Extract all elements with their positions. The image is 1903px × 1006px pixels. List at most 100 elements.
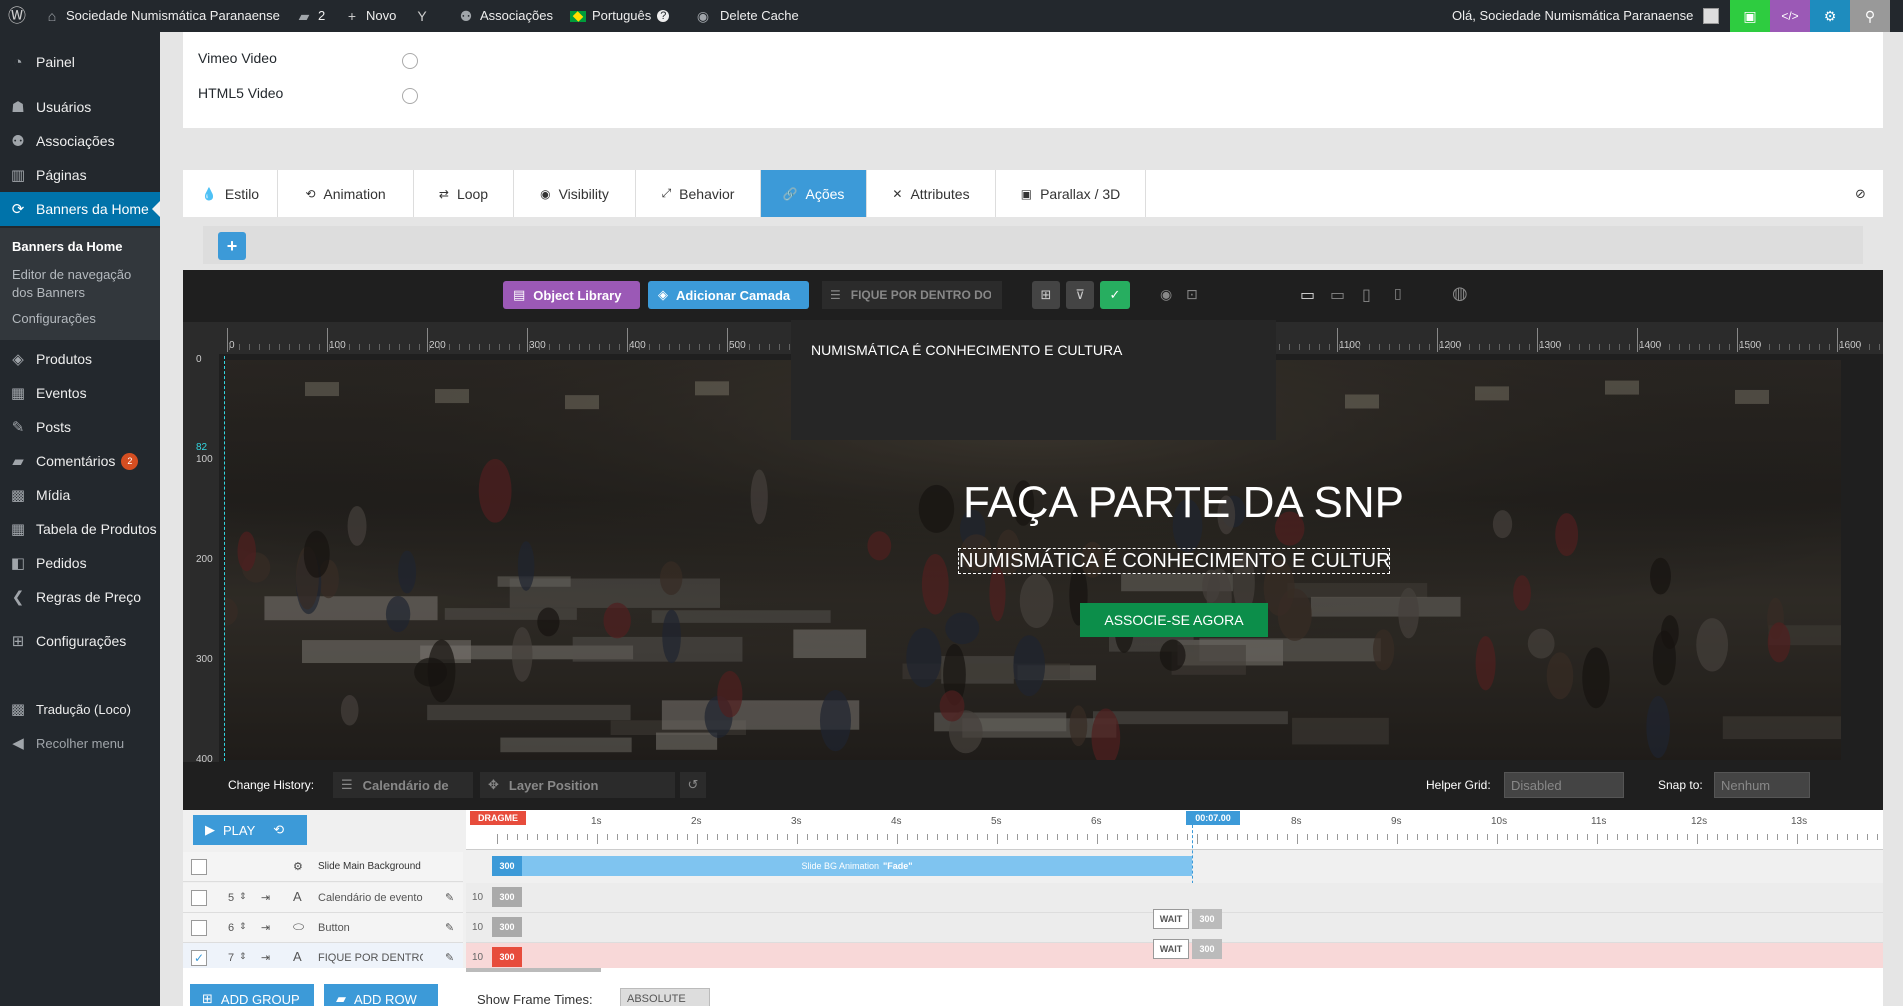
new-content-link[interactable]: + Novo (344, 0, 396, 32)
settings-button[interactable]: ⚙ (1810, 0, 1850, 32)
sidebar-item-regras-de-pre-o[interactable]: ❮ Regras de Preço (0, 580, 160, 614)
associate-button[interactable]: ASSOCIE-SE AGORA (1080, 603, 1268, 637)
row-checkbox[interactable] (191, 890, 207, 906)
tab-attributes[interactable]: ✕ Attributes (867, 170, 996, 217)
add-group-button[interactable]: ⊞ ADD GROUP (190, 984, 314, 1006)
dragme-handle[interactable]: DRAGME (470, 811, 526, 825)
time-marker[interactable]: 00:07.00 (1186, 811, 1240, 825)
sort-icon[interactable]: ⇕ (239, 951, 247, 962)
yoast-icon[interactable]: Y (414, 0, 430, 32)
tab-parallax-3d[interactable]: ▣ Parallax / 3D (996, 170, 1146, 217)
slide-subtitle[interactable]: NUMISMÁTICA É CONHECIMENTO E CULTURA (958, 548, 1390, 574)
tab-visibility[interactable]: ◉ Visibility (514, 170, 636, 217)
in-animation-block[interactable]: 300 (492, 887, 522, 907)
tab-behavior[interactable]: ⤢ Behavior (636, 170, 761, 217)
phone-icon[interactable]: ▯ (1394, 285, 1402, 302)
sort-icon[interactable]: ⇕ (239, 921, 247, 932)
undo-icon[interactable]: ↺ (680, 772, 706, 798)
tab-animation[interactable]: ⟲ Animation (278, 170, 414, 217)
sidebar-item-tabela-de-produtos[interactable]: ▦ Tabela de Produtos (0, 512, 160, 546)
html5-video-radio[interactable] (402, 88, 418, 104)
in-animation-block[interactable]: 300 (492, 947, 522, 967)
grid-icon[interactable]: ⊞ (1032, 281, 1060, 309)
align-icon[interactable]: ⇥ (261, 951, 270, 964)
align-icon[interactable]: ⇥ (261, 921, 270, 934)
out-animation-block[interactable]: 300 (1192, 939, 1222, 959)
bg-animation-bar[interactable]: Slide BG Animation "Fade" (522, 856, 1192, 876)
sidebar-item-coment-rios[interactable]: ▰ Comentários 2 (0, 444, 160, 478)
slide-title[interactable]: FAÇA PARTE DA SNP (963, 478, 1404, 528)
out-animation-block[interactable]: 300 (1192, 909, 1222, 929)
timeline-row-layer[interactable]: 5 ⇕ ⇥ A Calendário de evento ✎ (183, 883, 463, 913)
paperclip-icon[interactable]: ⊘ (1838, 170, 1883, 217)
add-row-button[interactable]: ▰ ADD ROW (324, 984, 438, 1006)
object-library-button[interactable]: ▤ Object Library (503, 281, 640, 309)
vimeo-video-radio[interactable] (402, 53, 418, 69)
snap-to-select[interactable]: Nenhum (1714, 772, 1810, 798)
timeline-scrollbar[interactable] (466, 968, 601, 972)
laptop-icon[interactable]: ▭ (1330, 285, 1345, 305)
wordpress-logo-icon[interactable]: Ⓦ (8, 0, 26, 32)
history-item-calendar[interactable]: ☰ Calendário de (333, 772, 473, 798)
pencil-icon[interactable]: ✎ (445, 951, 454, 964)
globe-edit-icon[interactable]: ◍ (1452, 283, 1468, 304)
layer-select[interactable]: ☰ FIQUE POR DENTRO DO (822, 281, 1002, 309)
sidebar-item-pedidos[interactable]: ◧ Pedidos (0, 546, 160, 580)
comments-link[interactable]: ▰ 2 (296, 0, 326, 32)
play-button[interactable]: ▶ PLAY ⟲ (193, 815, 307, 845)
layer-name[interactable]: Calendário de evento (318, 892, 423, 904)
align-icon[interactable]: ⇥ (261, 891, 270, 904)
wait-marker[interactable]: WAIT (1153, 939, 1189, 959)
sidebar-item-configura-es[interactable]: ⊞ Configurações (0, 624, 160, 658)
language-switcher[interactable]: Português? (570, 0, 670, 32)
delete-cache-link[interactable]: ◉ Delete Cache (692, 0, 799, 32)
layer-name[interactable]: Button (318, 922, 423, 934)
sidebar-item-posts[interactable]: ✎ Posts (0, 410, 160, 444)
associations-link[interactable]: ⚉ Associações (458, 0, 553, 32)
helper-grid-select[interactable]: Disabled (1504, 772, 1624, 798)
site-name-link[interactable]: ⌂ Sociedade Numismática Paranaense (44, 0, 280, 32)
sidebar-item-eventos[interactable]: ▦ Eventos (0, 376, 160, 410)
row-checkbox[interactable]: ✓ (191, 950, 207, 966)
sidebar-item-produtos[interactable]: ◈ Produtos (0, 342, 160, 376)
wait-marker[interactable]: WAIT (1153, 909, 1189, 929)
save-button[interactable]: ▣ (1730, 0, 1770, 32)
sidebar-item-associa-es[interactable]: ⚉ Associações (0, 124, 160, 158)
add-group-plus-button[interactable]: + (218, 232, 246, 260)
tab-estilo[interactable]: 💧 Estilo (184, 170, 278, 217)
timeline-row-layer[interactable]: 6 ⇕ ⇥ ⬭ Button ✎ (183, 913, 463, 943)
sort-icon[interactable]: ⇕ (239, 891, 247, 902)
filter-icon[interactable]: ⊽ (1066, 281, 1094, 309)
add-layer-button[interactable]: ◈ Adicionar Camada (648, 281, 809, 309)
sidebar-item-tradu-o-loco-[interactable]: ▩ Tradução (Loco) (0, 692, 160, 726)
tab-a-es[interactable]: 🔗 Ações (761, 170, 867, 217)
frame-times-select[interactable]: ABSOLUTE (620, 988, 710, 1006)
pencil-icon[interactable]: ✎ (445, 921, 454, 934)
history-item-layer-position[interactable]: ✥ Layer Position (480, 772, 675, 798)
submenu-settings[interactable]: Configurações (12, 310, 96, 328)
tablet-icon[interactable]: ▯ (1362, 285, 1371, 305)
my-account-link[interactable]: Olá, Sociedade Numismática Paranaense (1452, 0, 1720, 32)
row-checkbox[interactable] (191, 859, 207, 875)
check-button[interactable]: ✓ (1100, 281, 1130, 309)
desktop-icon[interactable]: ▭ (1300, 285, 1315, 305)
pencil-icon[interactable]: ✎ (445, 891, 454, 904)
sidebar-item-p-ginas[interactable]: ▥ Páginas (0, 158, 160, 192)
bg-block-start[interactable]: 300 (492, 856, 522, 876)
eye-icon[interactable]: ◉ (1160, 286, 1172, 303)
dropdown-layer-item[interactable]: NUMISMÁTICA É CONHECIMENTO E CULTURA (811, 342, 1122, 358)
row-checkbox[interactable] (191, 920, 207, 936)
sidebar-item-banners-da-home[interactable]: ⟳ Banners da Home (0, 192, 160, 226)
in-animation-block[interactable]: 300 (492, 917, 522, 937)
sidebar-item-painel[interactable]: ◔ Painel (0, 45, 160, 79)
layer-name[interactable]: FIQUE POR DENTRO (318, 952, 423, 964)
submenu-nav-editor[interactable]: Editor de navegação dos Banners (12, 266, 152, 302)
tab-loop[interactable]: ⇄ Loop (414, 170, 514, 217)
search-button[interactable]: ⚲ (1850, 0, 1890, 32)
sidebar-item-m-dia[interactable]: ▩ Mídia (0, 478, 160, 512)
code-button[interactable]: </> (1770, 0, 1810, 32)
sidebar-item-recolher-menu[interactable]: ◀ Recolher menu (0, 726, 160, 760)
sidebar-item-usu-rios[interactable]: ☗ Usuários (0, 90, 160, 124)
submenu-banners-home[interactable]: Banners da Home (12, 238, 123, 256)
unlock-icon[interactable]: ⊡ (1186, 286, 1198, 303)
